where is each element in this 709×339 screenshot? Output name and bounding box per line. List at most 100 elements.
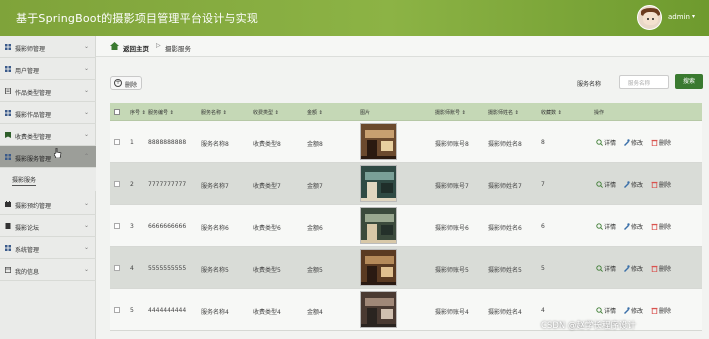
column-header: 操作 [594, 110, 605, 116]
column-header[interactable]: 收藏数 ⇕ [541, 109, 562, 116]
edit-button[interactable]: 修改 [623, 138, 643, 147]
detail-button-label: 详情 [604, 224, 617, 231]
detail-button-label: 详情 [604, 266, 617, 273]
detail-button-label: 详情 [604, 308, 617, 315]
detail-button[interactable]: 详情 [596, 222, 616, 231]
edit-button-label: 修改 [631, 308, 644, 315]
wrench-icon [623, 223, 631, 231]
column-header[interactable]: 服务名称 ⇕ [201, 109, 227, 116]
sidebar-item-system[interactable]: 系统管理 ⌄ [0, 237, 96, 259]
detail-button[interactable]: 详情 [596, 306, 616, 315]
select-all-checkbox[interactable] [114, 109, 120, 115]
breadcrumb-home[interactable]: 返回主页 [123, 43, 149, 53]
row-delete-button[interactable]: 删除 [651, 306, 671, 315]
app-title: 基于SpringBoot的摄影项目管理平台设计与实现 [16, 12, 259, 25]
sidebar-item-label: 我的信息 [15, 269, 40, 276]
chevron-down-icon: ⌄ [84, 87, 90, 94]
table-header: 序号 ⇕ 服务编号 ⇕ 服务名称 ⇕ 收费类型 ⇕ 金额 ⇕ 图片 摄影师账号 … [110, 103, 702, 121]
service-image[interactable] [360, 249, 397, 286]
chevron-down-icon: ⌄ [84, 200, 90, 207]
sidebar-item-services[interactable]: 摄影服务管理 ⌃ [0, 146, 96, 168]
column-header[interactable]: 序号 ⇕ [130, 109, 146, 116]
search-button[interactable]: 搜索 [675, 74, 703, 89]
row-delete-button-label: 删除 [659, 308, 672, 315]
sidebar-subitem-service[interactable]: 摄影服务 [0, 168, 96, 191]
table-row[interactable]: 3 6666666666 服务名称6 收费类型6 金额6 摄影师账号6 摄影师姓名6 6 详情 修… [110, 205, 702, 247]
breadcrumb-separator: ▷ [156, 42, 161, 49]
sidebar-item-works[interactable]: 摄影作品管理 ⌄ [0, 102, 96, 124]
sidebar-item-photographer[interactable]: 摄影师管理 ⌄ [0, 36, 96, 58]
chevron-down-icon: ⌄ [84, 222, 90, 229]
table-cell-name: 服务名称5 [201, 267, 229, 274]
chevron-down-icon: ⌄ [84, 43, 90, 50]
row-checkbox[interactable] [114, 223, 120, 229]
edit-button-label: 修改 [631, 266, 644, 273]
avatar[interactable] [637, 5, 662, 30]
service-image[interactable] [360, 207, 397, 244]
sidebar-item-my-info[interactable]: 我的信息 ⌄ [0, 259, 96, 281]
table-row[interactable]: 1 8888888888 服务名称8 收费类型8 金额8 摄影师账号8 摄影师姓名8 8 详情 修… [110, 121, 702, 163]
table-cell-type: 收费类型8 [253, 141, 281, 148]
edit-button[interactable]: 修改 [623, 306, 643, 315]
row-delete-button[interactable]: 删除 [651, 222, 671, 231]
row-delete-button-label: 删除 [659, 224, 672, 231]
chevron-down-icon[interactable]: ▾ [692, 13, 695, 20]
sidebar-item-label: 摄影预约管理 [15, 203, 52, 210]
row-delete-button[interactable]: 删除 [651, 138, 671, 147]
sidebar-item-work-types[interactable]: 作品类型管理 ⌄ [0, 80, 96, 102]
sidebar-item-fee-types[interactable]: 收费类型管理 ⌄ [0, 124, 96, 146]
sidebar-item-forum[interactable]: 摄影论坛 ⌄ [0, 215, 96, 237]
service-image[interactable] [360, 291, 397, 328]
column-header: 图片 [360, 110, 371, 116]
edit-button[interactable]: 修改 [623, 180, 643, 189]
row-delete-button[interactable]: 删除 [651, 264, 671, 273]
chevron-down-icon: ⌄ [84, 131, 90, 138]
top-bar: 基于SpringBoot的摄影项目管理平台设计与实现 admin ▾ [0, 0, 709, 36]
edit-button[interactable]: 修改 [623, 264, 643, 273]
table-cell-pname: 摄影师姓名4 [488, 309, 522, 316]
grid-icon [5, 245, 11, 251]
table-row[interactable]: 2 7777777777 服务名称7 收费类型7 金额7 摄影师账号7 摄影师姓名7 7 详情 修… [110, 163, 702, 205]
row-delete-button-label: 删除 [659, 182, 672, 189]
detail-button[interactable]: 详情 [596, 264, 616, 273]
magnifier-icon [596, 223, 604, 231]
row-checkbox[interactable] [114, 139, 120, 145]
sidebar-item-label: 系统管理 [15, 247, 40, 254]
table-cell-fav: 8 [541, 139, 545, 146]
table-cell-code: 4444444444 [148, 307, 187, 314]
trash-icon [651, 181, 659, 189]
table-cell-fav: 6 [541, 223, 545, 230]
table-cell-account: 摄影师账号8 [435, 141, 469, 148]
search-input[interactable]: 服务名称 [619, 75, 669, 89]
wrench-icon [623, 181, 631, 189]
home-icon[interactable] [110, 42, 119, 50]
sidebar-item-label: 摄影作品管理 [15, 112, 52, 119]
column-header[interactable]: 金额 ⇕ [307, 109, 323, 116]
delete-button[interactable]: + 删除 [110, 76, 142, 90]
sidebar-item-users[interactable]: 用户管理 ⌄ [0, 58, 96, 80]
row-checkbox[interactable] [114, 181, 120, 187]
chevron-down-icon: ⌄ [84, 109, 90, 116]
sidebar-subitem-label: 摄影服务 [12, 177, 37, 186]
trash-icon [651, 265, 659, 273]
detail-button[interactable]: 详情 [596, 138, 616, 147]
service-image[interactable] [360, 165, 397, 202]
row-checkbox[interactable] [114, 265, 120, 271]
edit-button[interactable]: 修改 [623, 222, 643, 231]
row-checkbox[interactable] [114, 307, 120, 313]
user-name[interactable]: admin [668, 13, 690, 21]
column-header[interactable]: 收费类型 ⇕ [253, 109, 279, 116]
table-row[interactable]: 4 5555555555 服务名称5 收费类型5 金额5 摄影师账号5 摄影师姓名5 5 详情 修… [110, 247, 702, 289]
table-cell-pname: 摄影师姓名8 [488, 141, 522, 148]
column-header[interactable]: 摄影师账号 ⇕ [435, 109, 466, 116]
detail-button[interactable]: 详情 [596, 180, 616, 189]
table-cell-pname: 摄影师姓名6 [488, 225, 522, 232]
table-cell-no: 1 [130, 139, 134, 146]
service-image[interactable] [360, 123, 397, 160]
column-header[interactable]: 摄影师姓名 ⇕ [488, 109, 519, 116]
sidebar-item-bookings[interactable]: 摄影预约管理 ⌄ [0, 193, 96, 215]
row-delete-button[interactable]: 删除 [651, 180, 671, 189]
table-cell-account: 摄影师账号7 [435, 183, 469, 190]
column-header[interactable]: 服务编号 ⇕ [148, 109, 174, 116]
sidebar-item-label: 收费类型管理 [15, 134, 52, 141]
